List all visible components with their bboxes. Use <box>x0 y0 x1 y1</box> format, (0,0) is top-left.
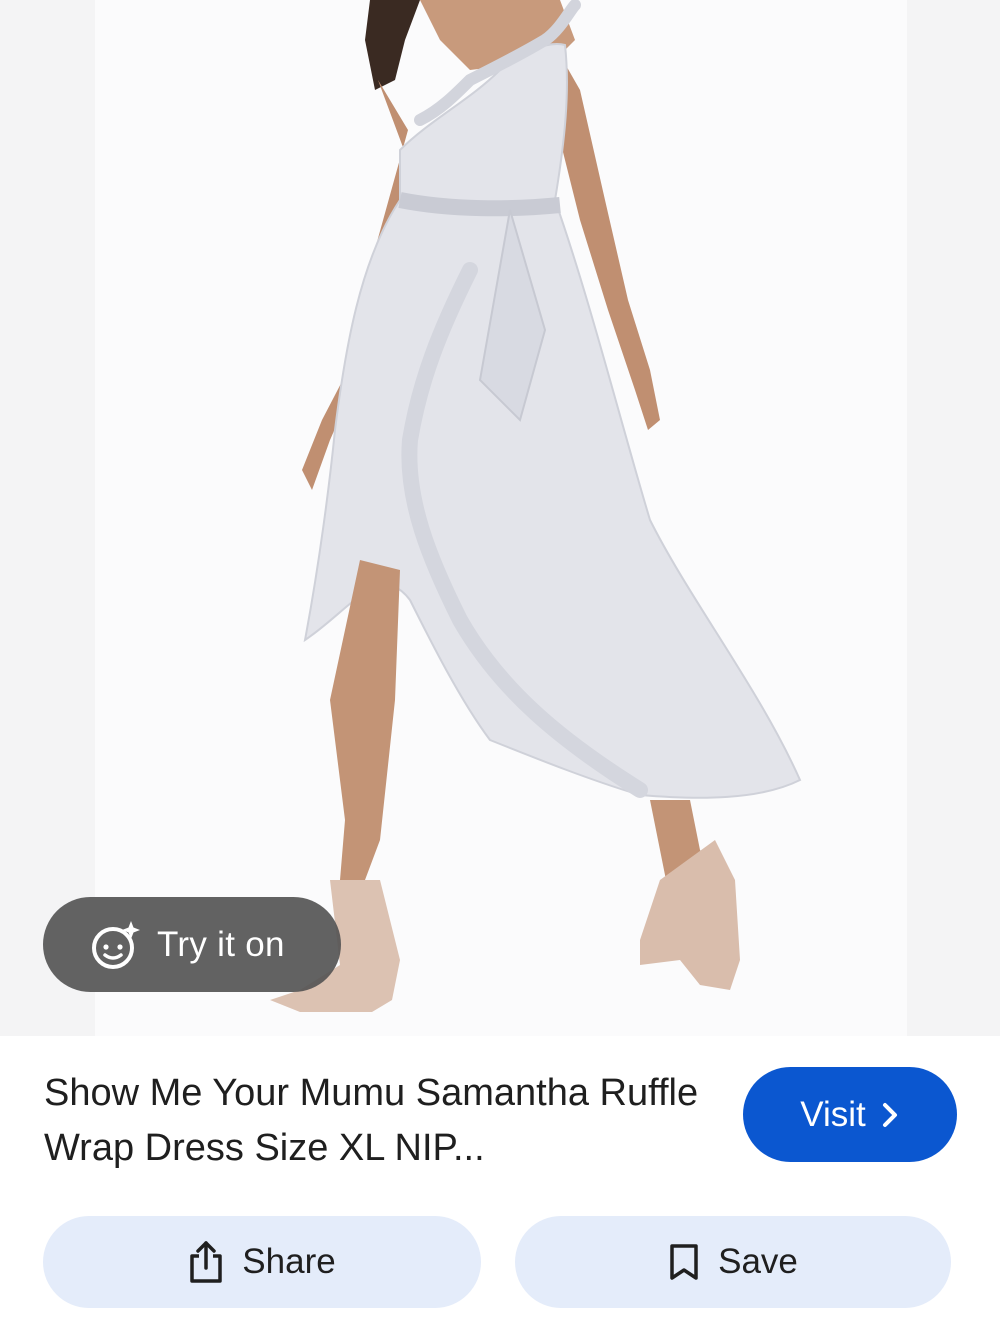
try-it-on-label: Try it on <box>157 924 285 964</box>
chevron-right-icon <box>880 1101 900 1129</box>
share-button[interactable]: Share <box>43 1216 481 1308</box>
right-shoe <box>640 840 740 990</box>
try-it-on-button[interactable]: Try it on <box>43 897 341 992</box>
waist-tie <box>398 192 561 217</box>
visit-button[interactable]: Visit <box>743 1067 957 1162</box>
product-illustration <box>270 0 802 1012</box>
face-sparkle-icon <box>89 918 143 972</box>
share-icon <box>188 1240 224 1284</box>
product-title[interactable]: Show Me Your Mumu Samantha Ruffle Wrap D… <box>44 1066 704 1176</box>
save-button[interactable]: Save <box>515 1216 951 1308</box>
visit-label: Visit <box>800 1094 866 1134</box>
hair <box>365 0 420 90</box>
save-label: Save <box>718 1242 798 1281</box>
share-label: Share <box>242 1242 336 1281</box>
product-image[interactable] <box>0 0 1000 1036</box>
bookmark-icon <box>668 1242 700 1282</box>
